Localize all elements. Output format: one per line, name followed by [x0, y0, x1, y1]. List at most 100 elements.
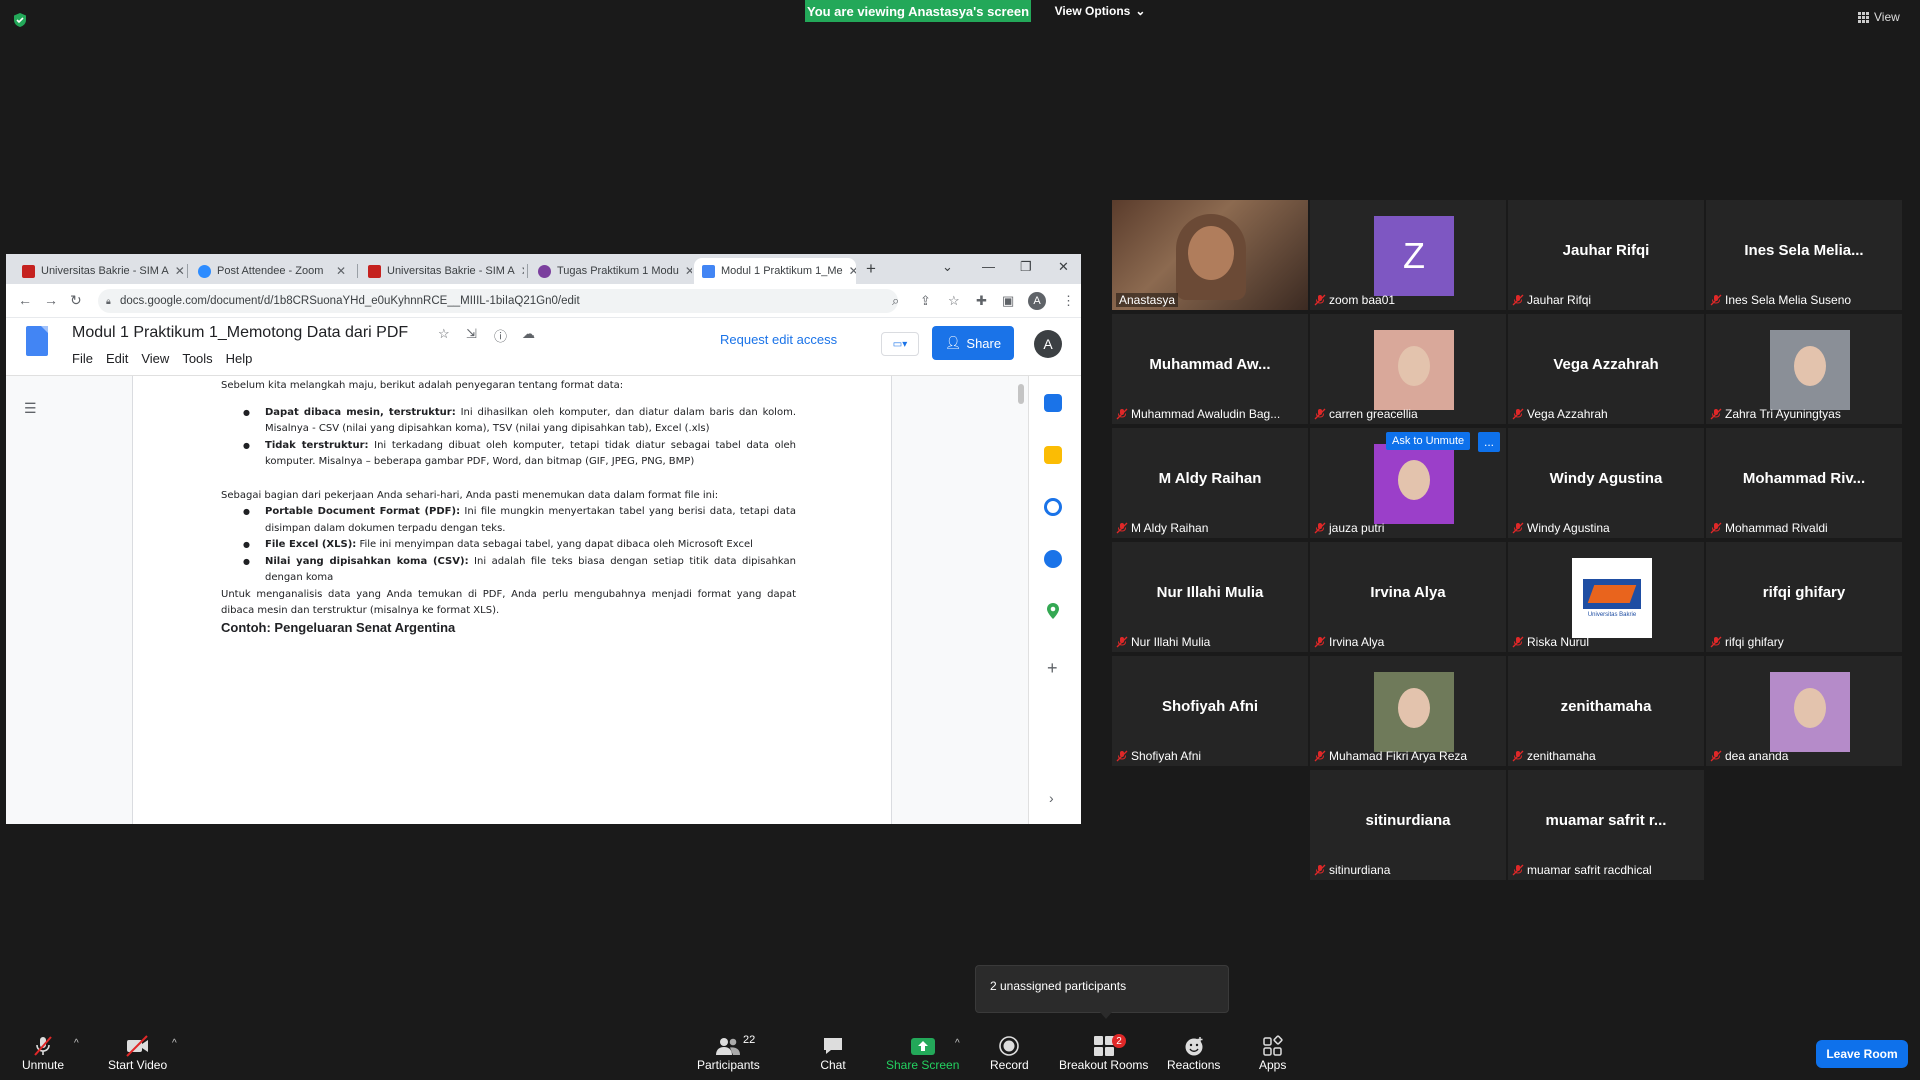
- close-tab-icon[interactable]: ✕: [849, 264, 856, 278]
- bookmark-star-icon[interactable]: ☆: [948, 293, 960, 309]
- forward-icon[interactable]: →: [44, 292, 58, 308]
- extensions-icon[interactable]: ✚: [976, 293, 987, 309]
- contacts-icon[interactable]: [1044, 550, 1062, 568]
- participant-tile[interactable]: Nur Illahi Mulia Nur Illahi Mulia: [1112, 542, 1308, 652]
- participant-tile[interactable]: Anastasya: [1112, 200, 1308, 310]
- menu-help[interactable]: Help: [226, 351, 253, 366]
- view-options-button[interactable]: View Options ⌄: [1045, 0, 1155, 22]
- participant-tile[interactable]: Windy Agustina Windy Agustina: [1508, 428, 1704, 538]
- mic-muted-icon: [30, 1034, 56, 1058]
- browser-tab[interactable]: Post Attendee - Zoom ✕: [190, 258, 354, 284]
- browser-tab[interactable]: Universitas Bakrie - SIM A ✕: [14, 258, 184, 284]
- vertical-scrollbar[interactable]: [1018, 384, 1024, 404]
- participant-tile[interactable]: Universitas Bakrie Riska Nurul: [1508, 542, 1704, 652]
- participant-tile[interactable]: Zahra Tri Ayuningtyas: [1706, 314, 1902, 424]
- minimize-icon[interactable]: —: [982, 259, 995, 274]
- participant-tile[interactable]: sitinurdiana sitinurdiana: [1310, 770, 1506, 880]
- view-layout-button[interactable]: View: [1858, 10, 1900, 24]
- close-tab-icon[interactable]: ✕: [336, 264, 346, 278]
- menu-file[interactable]: File: [72, 351, 93, 366]
- audio-options-caret-icon[interactable]: ^: [74, 1038, 79, 1049]
- viewing-screen-banner: You are viewing Anastasya's screen: [805, 0, 1031, 22]
- zoom-lens-icon[interactable]: ⌕: [892, 293, 899, 309]
- calendar-icon[interactable]: [1044, 394, 1062, 412]
- participant-name-bar: rifqi ghifary: [1710, 635, 1898, 649]
- participant-tile[interactable]: M Aldy Raihan M Aldy Raihan: [1112, 428, 1308, 538]
- more-options-button[interactable]: ...: [1478, 432, 1500, 452]
- participant-tile[interactable]: Vega Azzahrah Vega Azzahrah: [1508, 314, 1704, 424]
- participant-tile[interactable]: Jauhar Rifqi Jauhar Rifqi: [1508, 200, 1704, 310]
- close-window-icon[interactable]: ✕: [1058, 259, 1069, 275]
- tasks-icon[interactable]: [1044, 498, 1062, 516]
- account-avatar[interactable]: A: [1034, 330, 1062, 358]
- participant-tile[interactable]: muamar safrit r... muamar safrit racdhica…: [1508, 770, 1704, 880]
- new-tab-icon[interactable]: +: [866, 259, 876, 279]
- doc-bold-text: Tidak terstruktur:: [265, 439, 369, 451]
- cloud-status-icon[interactable]: ☁: [522, 326, 535, 342]
- close-tab-icon[interactable]: ✕: [685, 264, 692, 278]
- expand-panel-icon[interactable]: ›: [1049, 790, 1054, 806]
- apps-button[interactable]: Apps: [1259, 1034, 1286, 1072]
- share-button[interactable]: 👤︎ Share: [932, 326, 1014, 360]
- participant-tile[interactable]: Mohammad Riv... Mohammad Rivaldi: [1706, 428, 1902, 538]
- participant-tile[interactable]: zenithamaha zenithamaha: [1508, 656, 1704, 766]
- google-docs-logo-icon[interactable]: [26, 326, 48, 356]
- shield-icon[interactable]: [12, 12, 28, 28]
- document-outline-icon[interactable]: ☰: [24, 400, 37, 417]
- menu-view[interactable]: View: [141, 351, 169, 366]
- unassigned-participants-toast[interactable]: 2 unassigned participants: [975, 965, 1229, 1019]
- info-icon[interactable]: ⓘ: [494, 326, 507, 345]
- breakout-rooms-button[interactable]: Breakout Rooms: [1059, 1034, 1148, 1072]
- share-options-caret-icon[interactable]: ^: [955, 1038, 960, 1049]
- reload-icon[interactable]: ↻: [70, 292, 82, 309]
- move-folder-icon[interactable]: ⇲: [466, 326, 477, 342]
- record-button[interactable]: Record: [990, 1034, 1029, 1072]
- leave-room-button[interactable]: Leave Room: [1816, 1040, 1908, 1068]
- participant-tile[interactable]: Irvina Alya Irvina Alya: [1310, 542, 1506, 652]
- participant-name-bar: Muhammad Awaludin Bag...: [1116, 407, 1304, 421]
- side-panel-icon[interactable]: ▣: [1002, 293, 1014, 309]
- url-field[interactable]: 🔒︎ docs.google.com/document/d/1b8CRSuona…: [98, 289, 898, 313]
- video-options-caret-icon[interactable]: ^: [172, 1038, 177, 1049]
- close-tab-icon[interactable]: ✕: [521, 264, 524, 278]
- tab-search-icon[interactable]: ⌄: [942, 259, 953, 275]
- share-page-icon[interactable]: ⇪: [920, 293, 931, 309]
- participant-display-name: Irvina Alya: [1370, 584, 1446, 601]
- mic-muted-icon: [1314, 636, 1326, 648]
- maximize-icon[interactable]: ❐: [1020, 259, 1032, 275]
- browser-tab-active[interactable]: Modul 1 Praktikum 1_Me ✕: [694, 258, 856, 284]
- participant-tile[interactable]: rifqi ghifary rifqi ghifary: [1706, 542, 1902, 652]
- browser-tab[interactable]: Universitas Bakrie - SIM A ✕: [360, 258, 524, 284]
- maps-pin-icon[interactable]: [1044, 602, 1062, 620]
- unmute-button[interactable]: Unmute: [22, 1034, 64, 1072]
- add-addon-icon[interactable]: +: [1047, 658, 1058, 679]
- reactions-button[interactable]: Reactions: [1167, 1034, 1220, 1072]
- ask-to-unmute-button[interactable]: Ask to Unmute: [1386, 432, 1471, 450]
- chat-button[interactable]: Chat: [820, 1034, 846, 1072]
- participant-name-bar: jauza putri: [1314, 521, 1502, 535]
- doc-list-item: File Excel (XLS): File ini menyimpan dat…: [243, 537, 796, 554]
- participant-tile[interactable]: carren greacellia: [1310, 314, 1506, 424]
- participant-tile[interactable]: Muhammad Aw... Muhammad Awaludin Bag...: [1112, 314, 1308, 424]
- request-edit-access-button[interactable]: Request edit access: [720, 332, 837, 347]
- share-screen-button[interactable]: Share Screen: [886, 1034, 959, 1072]
- participant-tile[interactable]: Zzoom baa01: [1310, 200, 1506, 310]
- present-button[interactable]: ▭▾: [881, 332, 919, 356]
- document-page[interactable]: Sebelum kita melangkah maju, berikut ada…: [132, 376, 892, 824]
- participant-tile[interactable]: Shofiyah Afni Shofiyah Afni: [1112, 656, 1308, 766]
- back-icon[interactable]: ←: [18, 292, 32, 308]
- kebab-menu-icon[interactable]: ⋮: [1062, 293, 1075, 309]
- start-video-button[interactable]: Start Video: [108, 1034, 167, 1072]
- menu-edit[interactable]: Edit: [106, 351, 128, 366]
- keep-icon[interactable]: [1044, 446, 1062, 464]
- document-title[interactable]: Modul 1 Praktikum 1_Memotong Data dari P…: [72, 324, 408, 342]
- participant-tile[interactable]: Muhamad Fikri Arya Reza: [1310, 656, 1506, 766]
- profile-avatar[interactable]: A: [1028, 292, 1046, 310]
- participant-tile[interactable]: Ines Sela Melia... Ines Sela Melia Suseno: [1706, 200, 1902, 310]
- star-icon[interactable]: ☆: [438, 326, 450, 342]
- browser-tab[interactable]: Tugas Praktikum 1 Modu ✕: [530, 258, 692, 284]
- close-tab-icon[interactable]: ✕: [175, 264, 184, 278]
- participant-name-bar: zenithamaha: [1512, 749, 1700, 763]
- menu-tools[interactable]: Tools: [182, 351, 212, 366]
- participant-tile[interactable]: dea ananda: [1706, 656, 1902, 766]
